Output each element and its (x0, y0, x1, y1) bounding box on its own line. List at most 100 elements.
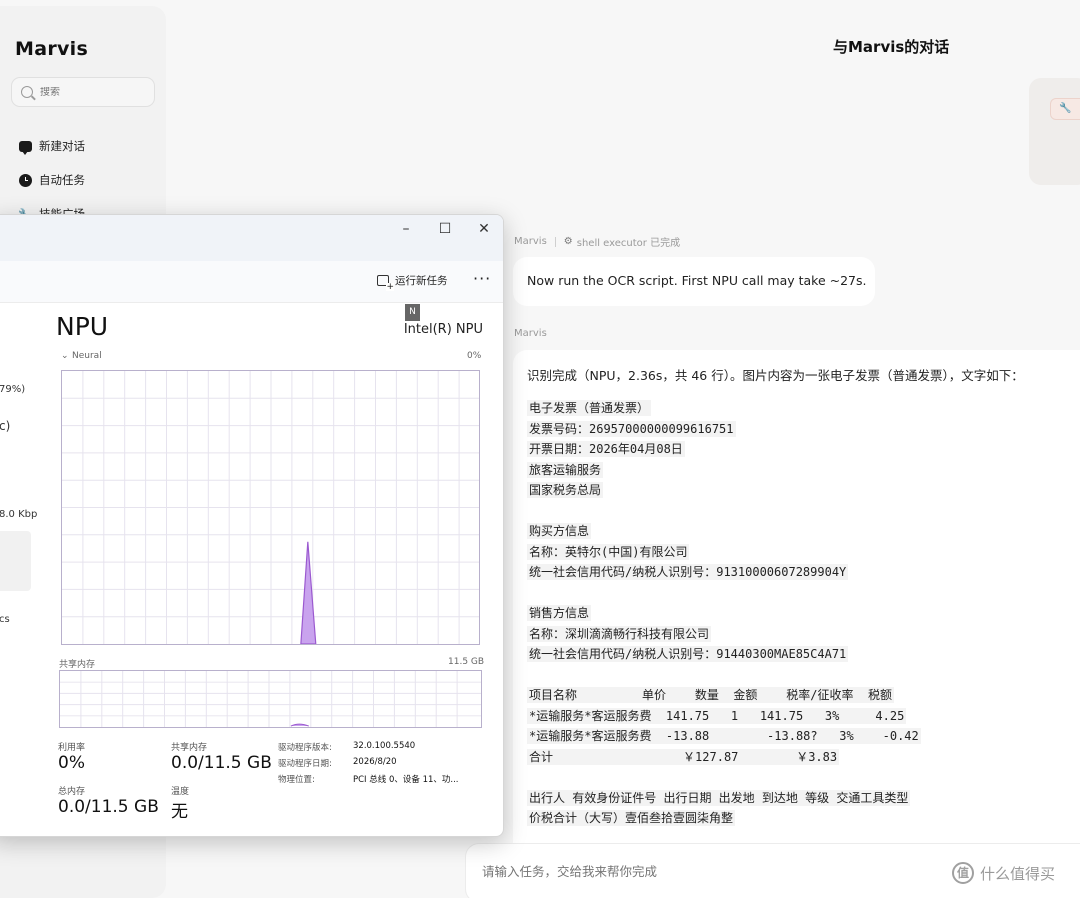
sidebar-item-label: 新建对话 (39, 139, 85, 153)
toolbar: 运行新任务 ··· (0, 261, 503, 303)
shared-memory-label: 共享内存 (171, 743, 208, 753)
watermark-text: 什么值得买 (980, 864, 1056, 883)
page-title: 与Marvis的对话 (833, 38, 950, 56)
message-text: Now run the OCR script. First NPU call m… (527, 273, 867, 288)
ocr-line-text: 名称：深圳滴滴畅行科技有限公司 (527, 625, 712, 642)
run-new-task-label: 运行新任务 (395, 275, 448, 287)
shared-memory-value: 0.0/11.5 GB (171, 753, 272, 773)
ocr-line-text: 旅客运输服务 (527, 461, 604, 478)
device-title: NPU (56, 312, 109, 341)
sidebar-item-new-chat[interactable]: 新建对话 (18, 138, 85, 155)
physical-location-value: PCI 总线 0、设备 11、功... (353, 775, 459, 785)
ocr-line-text: 统一社会信用代码/纳税人识别号：91310000607289904Y (527, 564, 849, 580)
ocr-line-text: 统一社会信用代码/纳税人识别号：91440300MAE85C4A71 (527, 646, 849, 662)
ocr-line: 国家税务总局 (527, 480, 1080, 501)
ocr-line: 统一社会信用代码/纳税人识别号：91440300MAE85C4A71 (527, 644, 1080, 665)
left-panel-text: 79%) (0, 384, 26, 395)
graph-label: Neural (72, 351, 102, 361)
sidebar-item-auto-tasks[interactable]: 自动任务 (18, 172, 85, 188)
ocr-line: 名称：深圳滴滴畅行科技有限公司 (527, 624, 1080, 645)
watermark-logo-icon: 值 (952, 862, 974, 884)
ocr-line-text: 销售方信息 (527, 605, 592, 621)
ocr-line: 电子发票（普通发票） (527, 398, 1080, 419)
left-panel-text: c) (0, 419, 11, 433)
ocr-line: 项目名称 单价 数量 金额 税率/征收率 税额 (527, 685, 1080, 706)
ocr-line: 合计 ￥127.87 ￥3.83 (527, 747, 1080, 768)
ocr-line-text: 合计 ￥127.87 ￥3.83 (527, 748, 840, 765)
wrench-icon: 🔧 (1059, 103, 1072, 114)
minimize-button[interactable]: – (395, 221, 417, 237)
task-manager-window: – ☐ ✕ 运行新任务 ··· 79%) c) 8.0 Kbp cs NPU N… (0, 214, 504, 837)
task-input[interactable] (482, 864, 882, 879)
title-bar: – ☐ ✕ (0, 215, 503, 261)
ocr-line: 发票号码：26957000000099616751 (527, 419, 1080, 440)
chevron-down-icon[interactable]: ⌄ (61, 351, 69, 361)
message-meta: Marvis ⚙ shell executor 已完成 (514, 234, 680, 249)
driver-version-label: 驱动程序版本: (278, 743, 332, 753)
usage-spike (300, 541, 317, 644)
tool-status: shell executor 已完成 (576, 238, 681, 249)
device-name: Intel(R) NPU (403, 322, 483, 337)
left-panel-text: cs (0, 614, 10, 625)
sidebar-item-label: 自动任务 (39, 173, 85, 187)
ocr-line: 旅客运输服务 (527, 460, 1080, 481)
message-meta: Marvis (514, 328, 547, 339)
ocr-line: 出行人 有效身份证件号 出行日期 出发地 到达地 等级 交通工具类型 (527, 788, 1080, 809)
total-memory-label: 总内存 (58, 787, 86, 797)
message-bubble: 识别完成（NPU，2.36s，共 46 行）。图片内容为一张电子发票（普通发票）… (513, 350, 1080, 860)
watermark: 值 什么值得买 (952, 862, 1055, 884)
driver-date-label: 驱动程序日期: (278, 759, 332, 769)
ocr-result: 电子发票（普通发票） 发票号码：26957000000099616751 开票日期：… (527, 398, 1080, 829)
message-lead: 识别完成（NPU，2.36s，共 46 行）。图片内容为一张电子发票（普通发票）… (527, 368, 1024, 383)
more-options-button[interactable]: ··· (473, 269, 491, 288)
ocr-line-text: *运输服务*客运服务费 141.75 1 141.75 3% 4.25 (527, 707, 907, 724)
run-new-task-button[interactable]: 运行新任务 (377, 273, 448, 291)
brand-logo: Marvis (15, 38, 89, 60)
search-icon (21, 86, 33, 98)
ocr-line: 名称：英特尔(中国)有限公司 (527, 542, 1080, 563)
previous-message-card (1029, 78, 1080, 185)
chat-bubble-icon (18, 139, 32, 155)
run-task-icon (377, 275, 394, 291)
ocr-line-text: 价税合计（大写）壹佰叁拾壹圆柒角整 (527, 810, 736, 826)
ocr-line-text: 出行人 有效身份证件号 出行日期 出发地 到达地 等级 交通工具类型 (527, 789, 911, 806)
message-bubble: Now run the OCR script. First NPU call m… (513, 257, 875, 306)
shared-memory-graph (59, 670, 482, 728)
shared-memory-graph-max: 11.5 GB (448, 657, 485, 667)
sender-name: Marvis (514, 236, 547, 247)
ocr-line-text: 电子发票（普通发票） (527, 400, 652, 416)
ocr-line-text: 发票号码：26957000000099616751 (527, 420, 736, 437)
temperature-label: 温度 (171, 787, 190, 797)
device-badge: N (405, 304, 420, 321)
ocr-line: 开票日期：2026年04月08日 (527, 439, 1080, 460)
search-box[interactable] (11, 77, 155, 107)
ocr-line-text: 购买方信息 (527, 523, 592, 539)
maximize-button[interactable]: ☐ (434, 221, 456, 237)
ocr-line: *运输服务*客运服务费 -13.88 -13.88? 3% -0.42 (527, 726, 1080, 747)
temperature-value: 无 (171, 802, 188, 822)
ocr-line-text: 开票日期：2026年04月08日 (527, 441, 685, 457)
ocr-line: 统一社会信用代码/纳税人识别号：91310000607289904Y (527, 562, 1080, 583)
shared-memory-blip (290, 723, 310, 727)
graph-max-label: 0% (467, 351, 482, 361)
sender-name: Marvis (514, 328, 547, 339)
divider (554, 236, 556, 247)
search-input[interactable] (40, 86, 150, 98)
utilization-value: 0% (58, 753, 85, 773)
ocr-line: *运输服务*客运服务费 141.75 1 141.75 3% 4.25 (527, 706, 1080, 727)
close-button[interactable]: ✕ (473, 221, 495, 237)
ocr-line-text: 项目名称 单价 数量 金额 税率/征收率 税额 (527, 687, 894, 703)
physical-location-label: 物理位置: (278, 775, 315, 785)
ocr-line-text: 国家税务总局 (527, 482, 604, 498)
ocr-line-text: 名称：英特尔(中国)有限公司 (527, 543, 690, 560)
graph-grid (62, 371, 479, 644)
gear-icon: ⚙ (563, 236, 573, 247)
left-panel-text: 8.0 Kbp (0, 509, 38, 520)
tool-chip[interactable]: 🔧 (1050, 98, 1080, 120)
left-panel-selected[interactable] (0, 531, 31, 591)
ocr-line: 销售方信息 (527, 603, 1080, 624)
